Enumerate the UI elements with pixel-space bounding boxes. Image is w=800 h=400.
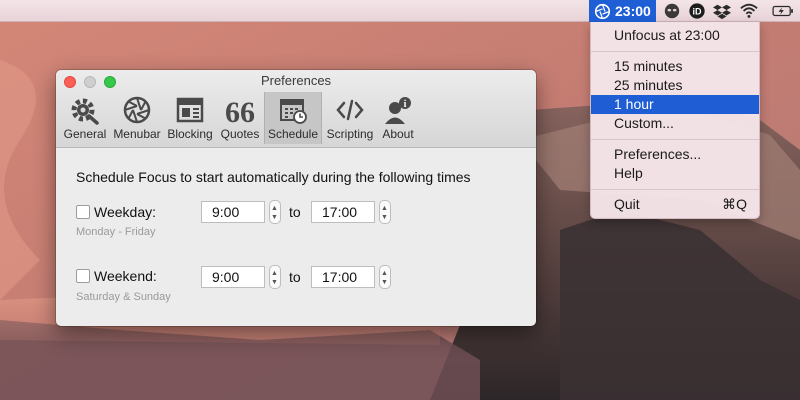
weekend-to-label: to [289, 269, 301, 285]
wifi-icon[interactable] [740, 2, 758, 20]
menu-item-1-hour[interactable]: 1 hour [591, 95, 759, 114]
svg-text:iD: iD [693, 7, 703, 17]
window-title: Preferences [260, 73, 332, 88]
weekday-end-time-field[interactable]: 17:00 [311, 201, 375, 223]
tab-label: General [63, 127, 107, 141]
tab-label: About [382, 127, 414, 141]
stepper-up-icon: ▲ [271, 205, 278, 212]
aperture-icon [123, 96, 151, 124]
weekend-start-time-field[interactable]: 9:00 [201, 266, 265, 288]
tab-schedule[interactable]: Schedule [264, 92, 322, 144]
schedule-pane: Schedule Focus to start automatically du… [56, 149, 536, 326]
menu-item-help[interactable]: Help [591, 164, 759, 183]
schedule-heading: Schedule Focus to start automatically du… [76, 169, 471, 185]
battery-icon[interactable] [772, 2, 794, 20]
tab-label: Menubar [113, 127, 161, 141]
tab-blocking[interactable]: Blocking [164, 92, 216, 144]
menu-separator [591, 51, 759, 52]
menu-item-25-minutes[interactable]: 25 minutes [591, 76, 759, 95]
code-icon [336, 99, 364, 121]
weekend-checkbox[interactable] [76, 269, 90, 283]
menu-item-custom[interactable]: Custom... [591, 114, 759, 133]
preferences-window: Preferences General Menubar Blocking 66 … [56, 70, 536, 326]
weekday-sublabel: Monday - Friday [76, 226, 156, 238]
focus-dropdown-menu: Unfocus at 23:00 15 minutes 25 minutes 1… [590, 22, 760, 219]
tab-quotes[interactable]: 66 Quotes [218, 92, 262, 144]
dropbox-icon[interactable] [713, 2, 731, 20]
window-toolbar: Preferences General Menubar Blocking 66 … [56, 70, 536, 148]
weekend-sublabel: Saturday & Sunday [76, 291, 171, 303]
weekend-label: Weekend: [94, 268, 157, 284]
weekday-to-label: to [289, 204, 301, 220]
focus-icon [594, 3, 611, 19]
gear-icon [71, 98, 99, 125]
focus-menubar-item[interactable]: 23:00 [589, 0, 656, 22]
weekday-start-time-field[interactable]: 9:00 [201, 201, 265, 223]
weekend-end-time-field[interactable]: 17:00 [311, 266, 375, 288]
svg-text:66: 66 [225, 96, 255, 125]
tab-label: Blocking [167, 127, 213, 141]
menu-bar: 23:00 iD [0, 0, 800, 22]
tab-menubar[interactable]: Menubar [112, 92, 162, 144]
tab-label: Scripting [326, 127, 374, 141]
menu-item-unfocus[interactable]: Unfocus at 23:00 [591, 26, 759, 45]
stepper-up-icon: ▲ [271, 270, 278, 277]
svg-text:i: i [404, 99, 407, 110]
stepper-down-icon: ▼ [381, 279, 388, 286]
tab-label: Quotes [220, 127, 260, 141]
stepper-up-icon: ▲ [381, 205, 388, 212]
calendar-icon [280, 99, 307, 124]
tab-about[interactable]: i About [378, 92, 418, 144]
id-icon[interactable]: iD [688, 2, 706, 20]
stepper-down-icon: ▼ [271, 279, 278, 286]
weekend-end-stepper[interactable]: ▲ ▼ [379, 265, 391, 289]
menu-item-quit[interactable]: Quit ⌘Q [591, 195, 759, 214]
tab-label: Schedule [267, 127, 319, 141]
stepper-down-icon: ▼ [381, 214, 388, 221]
person-info-icon: i [385, 97, 411, 124]
quit-shortcut: ⌘Q [722, 196, 747, 212]
weekday-end-stepper[interactable]: ▲ ▼ [379, 200, 391, 224]
stepper-down-icon: ▼ [271, 214, 278, 221]
tab-general[interactable]: General [60, 92, 110, 144]
menu-separator [591, 139, 759, 140]
focus-time: 23:00 [615, 3, 651, 19]
browser-window-icon [176, 97, 204, 123]
menu-item-15-minutes[interactable]: 15 minutes [591, 57, 759, 76]
stepper-up-icon: ▲ [381, 270, 388, 277]
quit-label: Quit [614, 196, 640, 212]
weekday-label: Weekday: [94, 204, 156, 220]
menu-item-preferences[interactable]: Preferences... [591, 145, 759, 164]
weekday-checkbox[interactable] [76, 205, 90, 219]
menu-separator [591, 189, 759, 190]
quote-icon: 66 [225, 96, 255, 125]
alien-icon[interactable] [663, 2, 681, 20]
weekday-start-stepper[interactable]: ▲ ▼ [269, 200, 281, 224]
weekend-start-stepper[interactable]: ▲ ▼ [269, 265, 281, 289]
tab-scripting[interactable]: Scripting [324, 92, 376, 144]
